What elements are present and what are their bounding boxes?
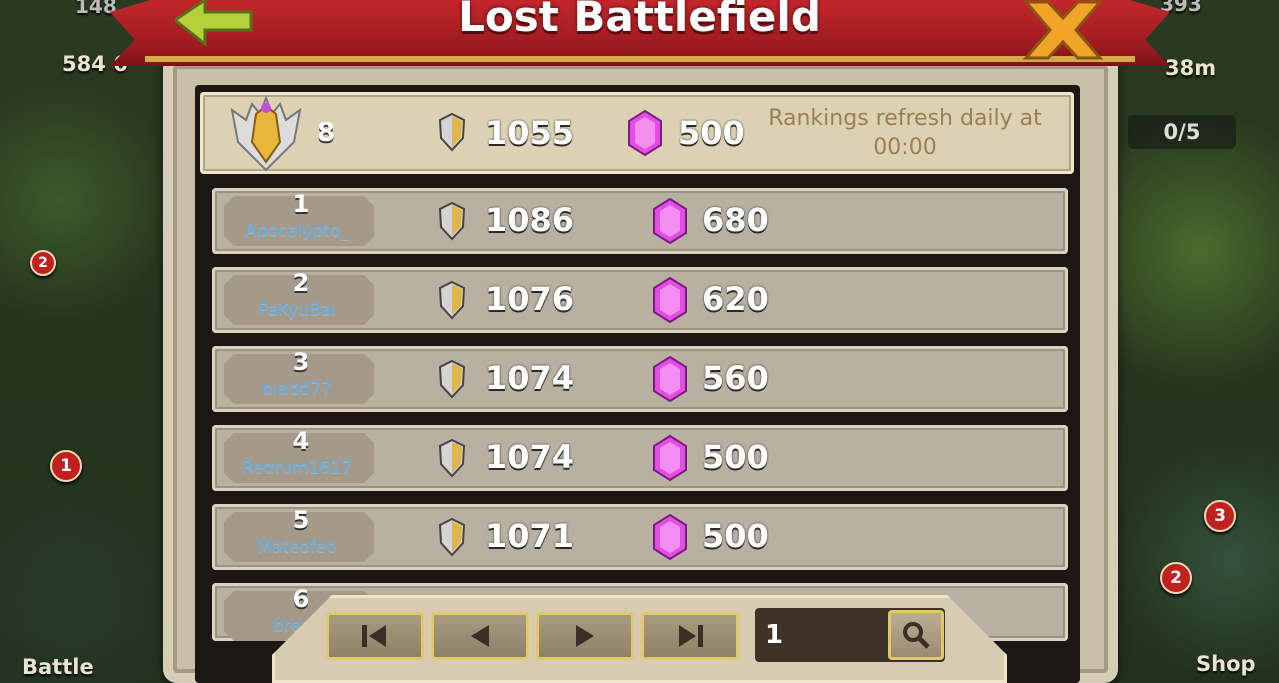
ranking-row[interactable]: 4 Redrum1617 1074 500 [212, 425, 1068, 491]
gem-reward: 500 [702, 517, 769, 555]
close-button[interactable] [1018, 0, 1108, 60]
my-score: 1055 [485, 114, 575, 152]
player-score: 1086 [485, 201, 575, 239]
notification-badge: 2 [1160, 562, 1192, 594]
trophy-shield-icon [438, 517, 466, 557]
player-score: 1074 [485, 359, 575, 397]
next-page-icon [576, 625, 594, 647]
player-score: 1071 [485, 517, 575, 555]
search-button[interactable] [888, 610, 944, 660]
ranking-row[interactable]: 5 Mateofeo 1071 500 [212, 504, 1068, 570]
rank-number: 5 [292, 506, 310, 534]
player-score: 1074 [485, 438, 575, 476]
next-page-button[interactable] [536, 612, 634, 660]
trophy-shield-icon [438, 438, 466, 478]
first-page-icon [362, 625, 386, 647]
player-name[interactable]: bladd77 [212, 379, 382, 399]
gem-icon [628, 110, 662, 156]
close-icon [1022, 0, 1104, 60]
ranking-row[interactable]: 2 PaKyuBai 1076 620 [212, 267, 1068, 333]
back-arrow-icon [172, 0, 253, 48]
hud-right-count[interactable]: 0/5 [1128, 115, 1236, 149]
search-icon [903, 622, 930, 649]
refresh-note: Rankings refresh daily at 00:00 [768, 106, 1042, 160]
player-name[interactable]: PaKyuBai [212, 300, 382, 320]
gem-icon [653, 198, 687, 244]
my-rank-number: 8 [317, 118, 336, 148]
rank-number: 3 [292, 348, 310, 376]
gem-reward: 560 [702, 359, 769, 397]
prev-page-icon [471, 625, 489, 647]
notification-badge: 2 [30, 250, 56, 276]
battle-button-label[interactable]: Battle [22, 655, 94, 679]
gem-reward: 680 [702, 201, 769, 239]
ranking-row[interactable]: 3 bladd77 1074 560 [212, 346, 1068, 412]
rank-number: 2 [292, 269, 310, 297]
player-score: 1076 [485, 280, 575, 318]
player-name[interactable]: Apocalypto_ [212, 221, 382, 241]
shop-button-label[interactable]: Shop [1196, 652, 1256, 676]
player-name[interactable]: Redrum1617 [212, 458, 382, 478]
gem-icon [653, 435, 687, 481]
last-page-icon [679, 625, 703, 647]
rank-emblem-icon [230, 96, 302, 172]
back-button[interactable] [172, 0, 255, 48]
gem-icon [653, 277, 687, 323]
hud-right-resource: 38m [1165, 56, 1217, 80]
rank-number: 4 [292, 427, 310, 455]
player-name[interactable]: Mateofeo [212, 537, 382, 557]
my-ranking-row: 8 1055 500 Rankings refresh daily at 00:… [200, 92, 1074, 174]
gem-icon [653, 356, 687, 402]
gem-icon [653, 514, 687, 560]
trophy-shield-icon [438, 201, 466, 241]
notification-badge: 1 [50, 450, 82, 482]
ranking-row[interactable]: 1 Apocalypto_ 1086 680 [212, 188, 1068, 254]
trophy-shield-icon [438, 359, 466, 399]
prev-page-button[interactable] [431, 612, 529, 660]
gem-reward: 620 [702, 280, 769, 318]
gem-reward: 500 [702, 438, 769, 476]
rank-number: 1 [292, 190, 310, 218]
my-gem-reward: 500 [678, 114, 745, 152]
trophy-shield-icon [438, 112, 466, 152]
ribbon-trim [145, 56, 1135, 62]
last-page-button[interactable] [641, 612, 739, 660]
first-page-button[interactable] [326, 612, 424, 660]
notification-badge: 3 [1204, 500, 1236, 532]
trophy-shield-icon [438, 280, 466, 320]
